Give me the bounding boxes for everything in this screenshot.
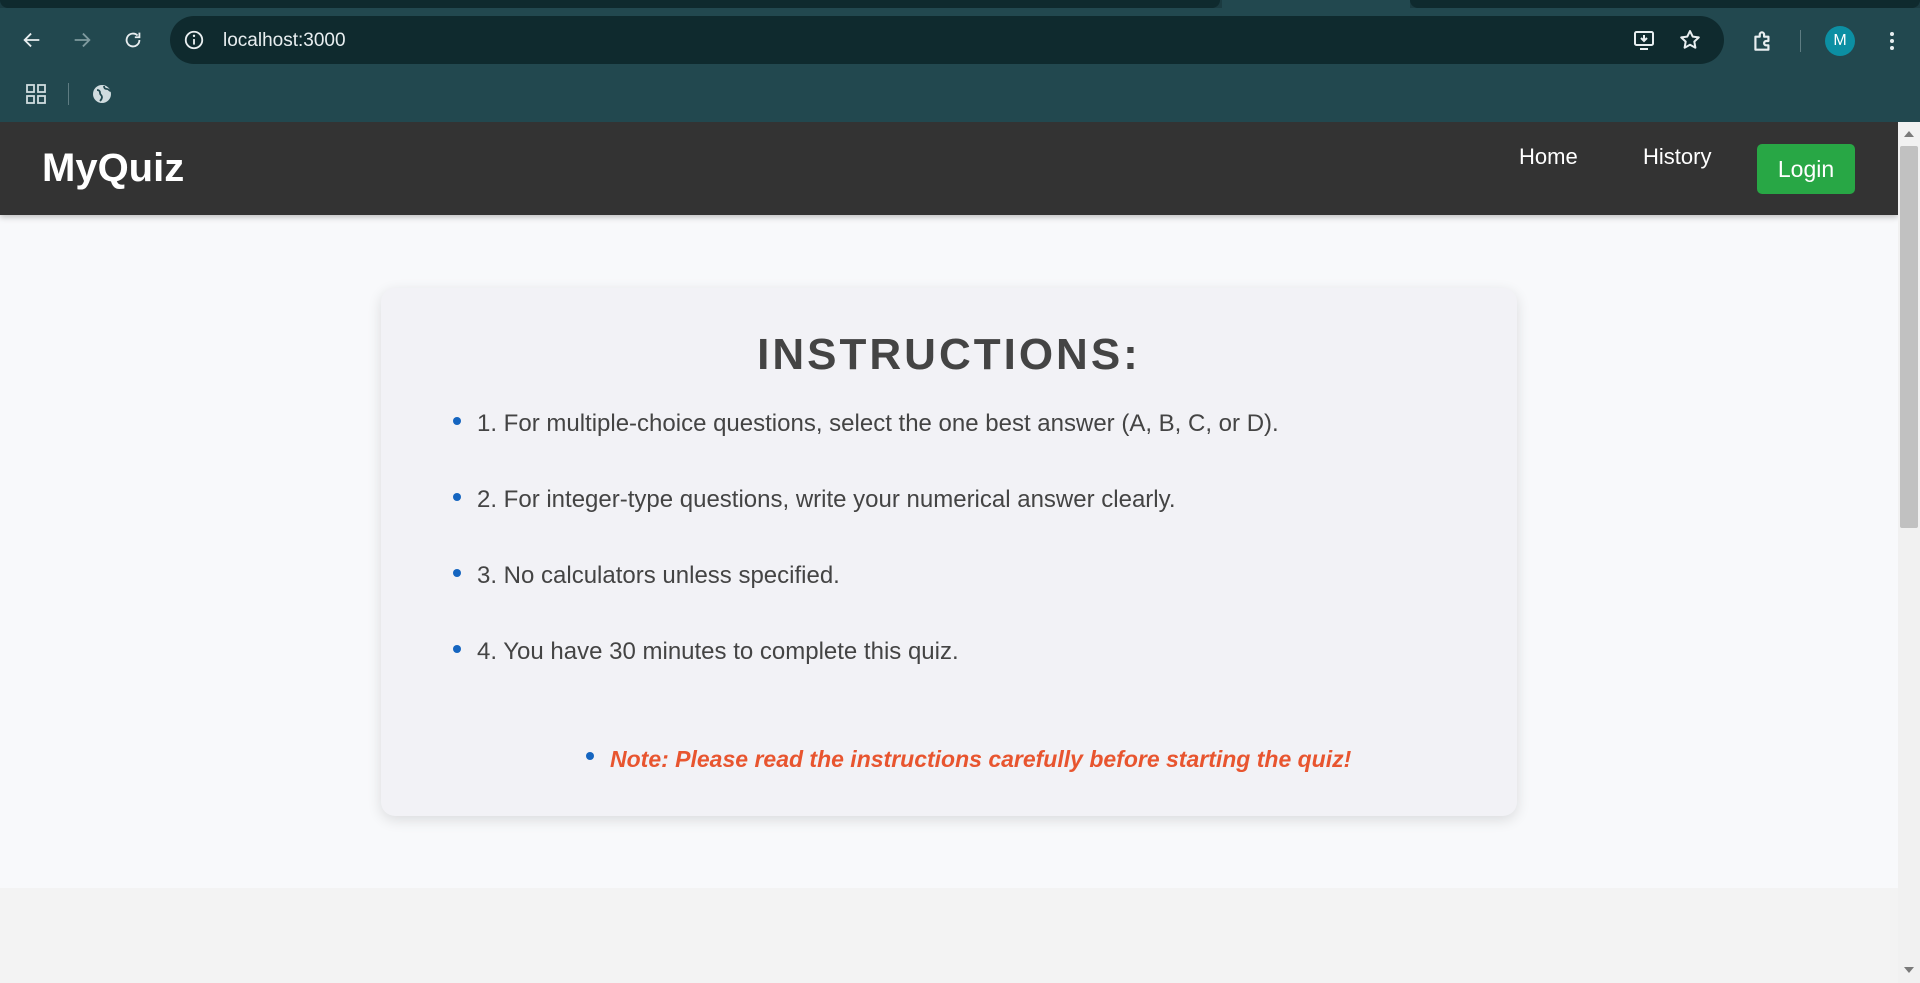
apps-grid-icon xyxy=(26,84,46,104)
page-viewport: MyQuiz Home History Login INSTRUCTIONS: … xyxy=(0,122,1898,983)
arrow-left-icon xyxy=(23,32,40,48)
bullet-icon xyxy=(453,569,461,577)
nav-link-history[interactable]: History xyxy=(1643,144,1711,170)
apps-shortcut[interactable] xyxy=(24,82,48,106)
bullet-icon xyxy=(453,417,461,425)
scroll-down-arrow-icon[interactable] xyxy=(1904,967,1914,973)
site-navbar: MyQuiz Home History Login xyxy=(0,122,1898,215)
instruction-text: 2. For integer-type questions, write you… xyxy=(477,486,1176,513)
bullet-icon xyxy=(453,645,461,653)
site-info-button[interactable] xyxy=(182,28,206,52)
toolbar-divider xyxy=(1800,30,1801,52)
kebab-menu-icon xyxy=(1890,32,1894,50)
browser-tab[interactable] xyxy=(1410,0,1920,8)
forward-button[interactable] xyxy=(66,24,98,56)
puzzle-icon xyxy=(1754,31,1770,51)
back-button[interactable] xyxy=(16,24,48,56)
instruction-item: 2. For integer-type questions, write you… xyxy=(453,485,1176,515)
extensions-button[interactable] xyxy=(1748,26,1778,56)
bookmark-button[interactable] xyxy=(1678,28,1702,52)
note-text: Note: Please read the instructions caref… xyxy=(610,745,1352,772)
scroll-up-arrow-icon[interactable] xyxy=(1904,131,1914,137)
profile-avatar[interactable]: M xyxy=(1825,26,1855,56)
install-app-icon xyxy=(1634,31,1654,50)
url-text[interactable]: localhost:3000 xyxy=(223,30,346,52)
reload-icon xyxy=(125,32,141,48)
bookmark-globe[interactable] xyxy=(90,82,114,106)
bullet-icon xyxy=(586,752,594,760)
instruction-text: 3. No calculators unless specified. xyxy=(477,562,840,589)
instructions-title: INSTRUCTIONS: xyxy=(757,330,1141,379)
bullet-icon xyxy=(453,493,461,501)
info-icon xyxy=(184,30,204,50)
address-bar[interactable]: localhost:3000 xyxy=(170,16,1724,64)
instruction-item: 4. You have 30 minutes to complete this … xyxy=(453,637,959,667)
instruction-text: 4. You have 30 minutes to complete this … xyxy=(477,638,959,665)
arrow-right-icon xyxy=(74,32,91,48)
instruction-item: 1. For multiple-choice questions, select… xyxy=(453,409,1279,439)
instructions-card: INSTRUCTIONS: 1. For multiple-choice que… xyxy=(381,288,1517,816)
instructions-note: Note: Please read the instructions caref… xyxy=(586,744,1351,774)
site-logo[interactable]: MyQuiz xyxy=(42,146,184,191)
scrollbar-thumb[interactable] xyxy=(1900,146,1918,528)
browser-menu-button[interactable] xyxy=(1877,26,1907,56)
tab-strip xyxy=(0,0,1920,8)
instruction-text: 1. For multiple-choice questions, select… xyxy=(477,410,1279,437)
bookmarks-divider xyxy=(68,83,69,105)
reload-button[interactable] xyxy=(117,24,149,56)
browser-tab-active[interactable] xyxy=(1222,0,1410,8)
globe-icon xyxy=(93,85,112,103)
instruction-item: 3. No calculators unless specified. xyxy=(453,561,840,591)
page-footer-area xyxy=(0,888,1898,983)
login-button[interactable]: Login xyxy=(1757,144,1855,194)
install-app-button[interactable] xyxy=(1632,28,1656,52)
browser-tab[interactable] xyxy=(0,0,1220,8)
star-icon xyxy=(1680,30,1700,49)
browser-chrome: localhost:3000 M xyxy=(0,0,1920,122)
nav-link-home[interactable]: Home xyxy=(1519,144,1578,170)
